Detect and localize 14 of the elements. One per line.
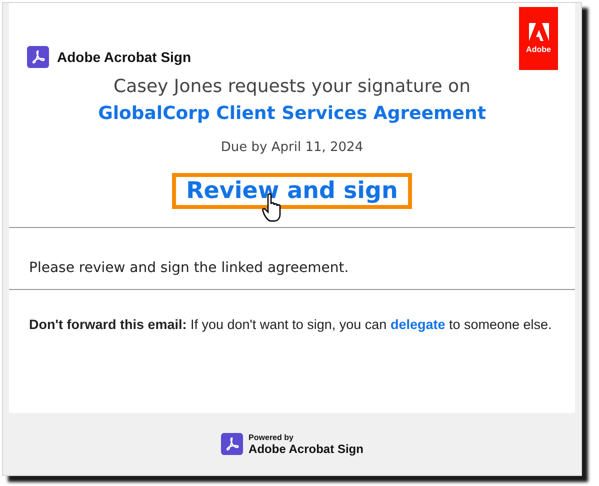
- notice-text: Don't forward this email: If you don't want to sign, you can delegate to someone else.: [28, 316, 553, 334]
- request-text: Casey Jones requests your signature on: [114, 76, 470, 97]
- adobe-logo-text: Adobe: [526, 45, 551, 54]
- acrobat-logo-icon: [27, 46, 49, 68]
- powered-by-label: Powered by: [248, 432, 294, 442]
- delegate-link[interactable]: delegate: [390, 317, 446, 332]
- brand-name: Adobe Acrobat Sign: [57, 49, 192, 65]
- agreement-link[interactable]: GlobalCorp Client Services Agreement: [98, 103, 486, 124]
- message-text: Please review and sign the linked agreement.: [28, 259, 350, 278]
- acrobat-logo-icon: [220, 433, 243, 455]
- adobe-a-icon: [528, 23, 548, 41]
- footer-brand-name: Adobe Acrobat Sign: [248, 442, 364, 456]
- review-and-sign-link[interactable]: Review and sign: [172, 173, 412, 209]
- due-date: Due by April 11, 2024: [220, 140, 364, 155]
